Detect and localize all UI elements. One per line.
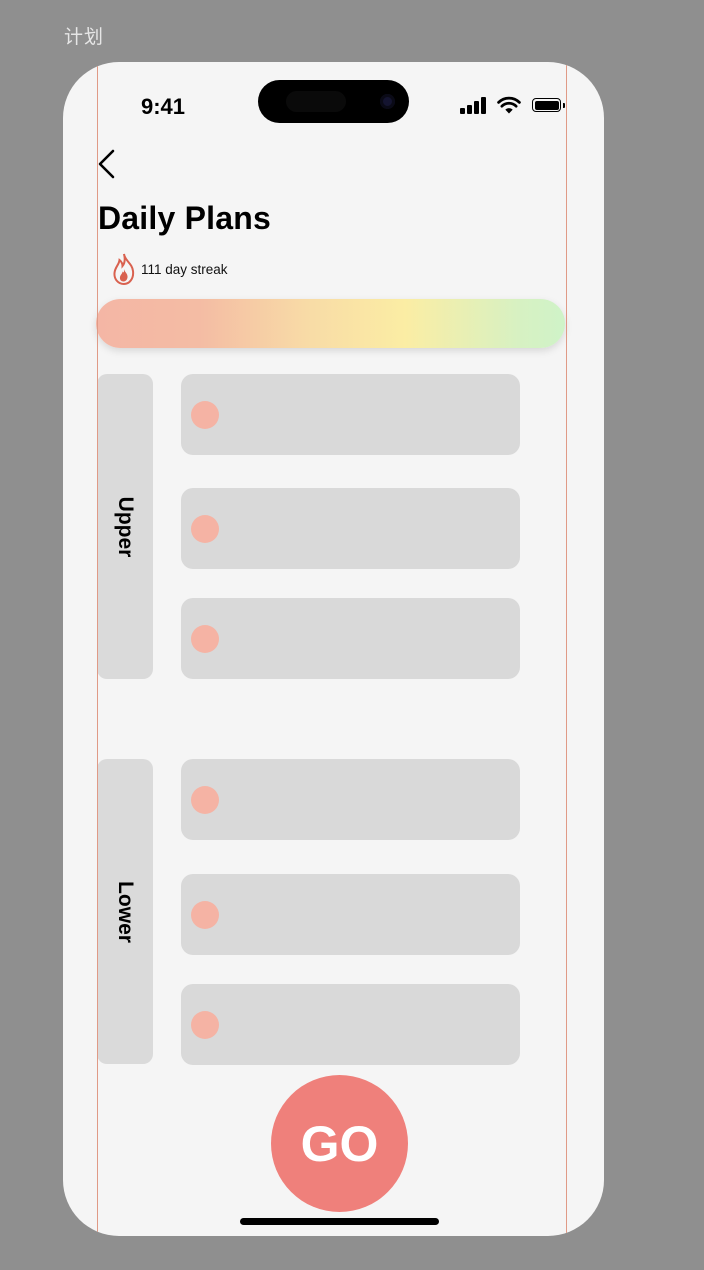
plan-item[interactable]: [181, 488, 520, 569]
layout-guide-right: [566, 62, 567, 1236]
status-dot: [191, 785, 219, 814]
home-indicator[interactable]: [240, 1218, 439, 1225]
plan-item[interactable]: [181, 874, 520, 955]
layout-guide-left: [97, 62, 98, 1236]
streak-text: 111 day streak: [141, 262, 228, 277]
plan-item[interactable]: [181, 984, 520, 1065]
section-tab-lower[interactable]: Lower: [97, 759, 153, 1064]
island-sensor: [286, 91, 346, 112]
phone-screen: 9:41 Daily Plans 111 day streak Upper Lo…: [63, 62, 604, 1236]
status-dot: [191, 400, 219, 429]
page-title: Daily Plans: [98, 200, 271, 236]
cellular-signal-icon: [460, 96, 488, 114]
section-label: Lower: [114, 880, 137, 943]
frame-label: 计划: [64, 26, 105, 48]
status-dot: [191, 624, 219, 653]
plan-item[interactable]: [181, 598, 520, 679]
plan-item[interactable]: [181, 759, 520, 840]
flame-icon: [113, 253, 135, 286]
front-camera: [380, 94, 395, 109]
section-tab-upper[interactable]: Upper: [97, 374, 153, 679]
go-button[interactable]: GO: [271, 1075, 408, 1212]
status-dot: [191, 900, 219, 929]
status-time: 9:41: [141, 94, 186, 119]
progress-gradient-bar: [96, 299, 565, 348]
wifi-icon: [497, 96, 521, 114]
battery-icon: [532, 98, 565, 112]
section-label: Upper: [114, 496, 137, 557]
status-dot: [191, 1010, 219, 1039]
status-dot: [191, 514, 219, 543]
dynamic-island: [258, 80, 409, 123]
plan-item[interactable]: [181, 374, 520, 455]
